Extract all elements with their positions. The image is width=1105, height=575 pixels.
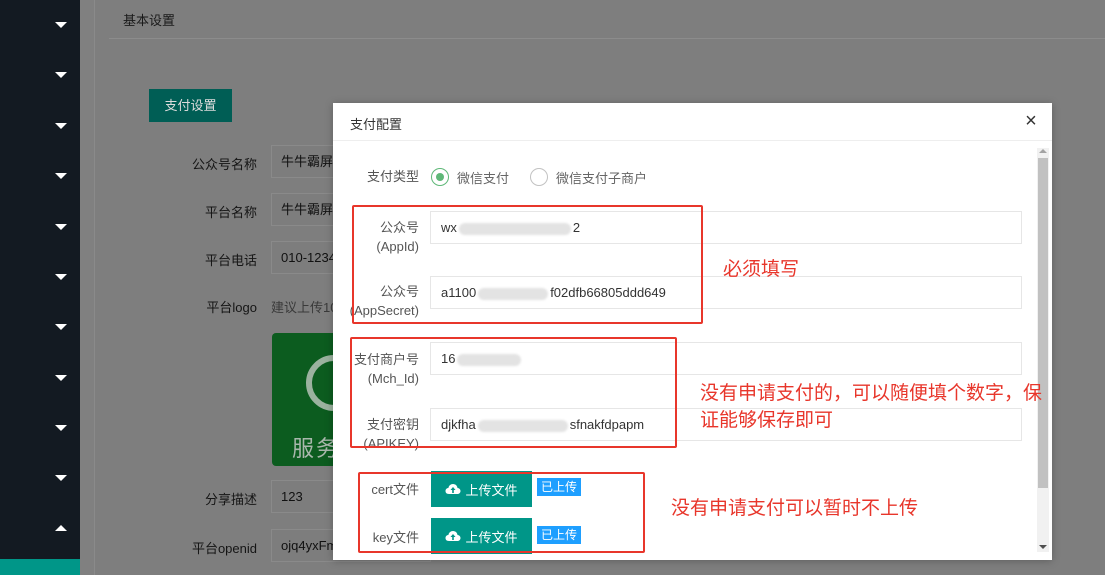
- scroll-down-arrow-icon[interactable]: [1039, 545, 1047, 549]
- scrollbar-thumb[interactable]: [1038, 158, 1048, 488]
- annotation-box-appid: [352, 205, 703, 324]
- annotation-box-upload: [358, 472, 645, 553]
- radio-checked-icon: [431, 168, 449, 186]
- chevron-down-icon[interactable]: [55, 475, 67, 481]
- annotation-upload-note: 没有申请支付可以暂时不上传: [671, 498, 919, 519]
- radio-label: 微信支付: [457, 170, 510, 186]
- chevron-up-icon[interactable]: [55, 525, 67, 531]
- chevron-down-icon[interactable]: [55, 173, 67, 179]
- sidebar-active-item[interactable]: [0, 559, 80, 575]
- radio-wechat-pay[interactable]: 微信支付: [431, 167, 509, 187]
- chevron-down-icon[interactable]: [55, 123, 67, 129]
- annotation-pay-note-line1: 没有申请支付的，可以随便填个数字，保: [700, 383, 1043, 404]
- chevron-down-icon[interactable]: [55, 375, 67, 381]
- annotation-box-merchant: [350, 337, 677, 448]
- close-icon[interactable]: ×: [1023, 111, 1039, 131]
- platform-logo-label: 平台logo: [206, 300, 257, 315]
- pay-settings-button[interactable]: 支付设置: [149, 89, 232, 122]
- chevron-down-icon[interactable]: [55, 72, 67, 78]
- dialog-scrollbar[interactable]: [1037, 148, 1049, 552]
- platform-openid-label: 平台openid: [191, 541, 257, 556]
- chevron-down-icon[interactable]: [55, 22, 67, 28]
- chevron-down-icon[interactable]: [55, 224, 67, 230]
- sidebar: [0, 0, 80, 575]
- annotation-pay-note-line2: 证能够保存即可: [700, 410, 834, 431]
- divider: [109, 38, 1105, 39]
- share-desc-label: 分享描述: [204, 492, 257, 507]
- chevron-down-icon[interactable]: [55, 425, 67, 431]
- radio-wechat-sub-merchant[interactable]: 微信支付子商户: [530, 167, 647, 187]
- annotation-required-note: 必须填写: [723, 259, 800, 280]
- dialog-title: 支付配置: [350, 117, 403, 132]
- chevron-down-icon[interactable]: [55, 324, 67, 330]
- pay-type-label: 支付类型: [366, 169, 419, 184]
- breadcrumb: 基本设置: [123, 13, 176, 28]
- radio-unchecked-icon: [530, 168, 548, 186]
- radio-label: 微信支付子商户: [556, 170, 648, 186]
- platform-phone-label: 平台电话: [204, 253, 257, 268]
- platform-name-label: 平台名称: [204, 205, 257, 220]
- dialog-header: 支付配置 ×: [333, 103, 1052, 141]
- scroll-up-arrow-icon[interactable]: [1039, 149, 1047, 153]
- account-name-label: 公众号名称: [191, 157, 257, 172]
- chevron-down-icon[interactable]: [55, 274, 67, 280]
